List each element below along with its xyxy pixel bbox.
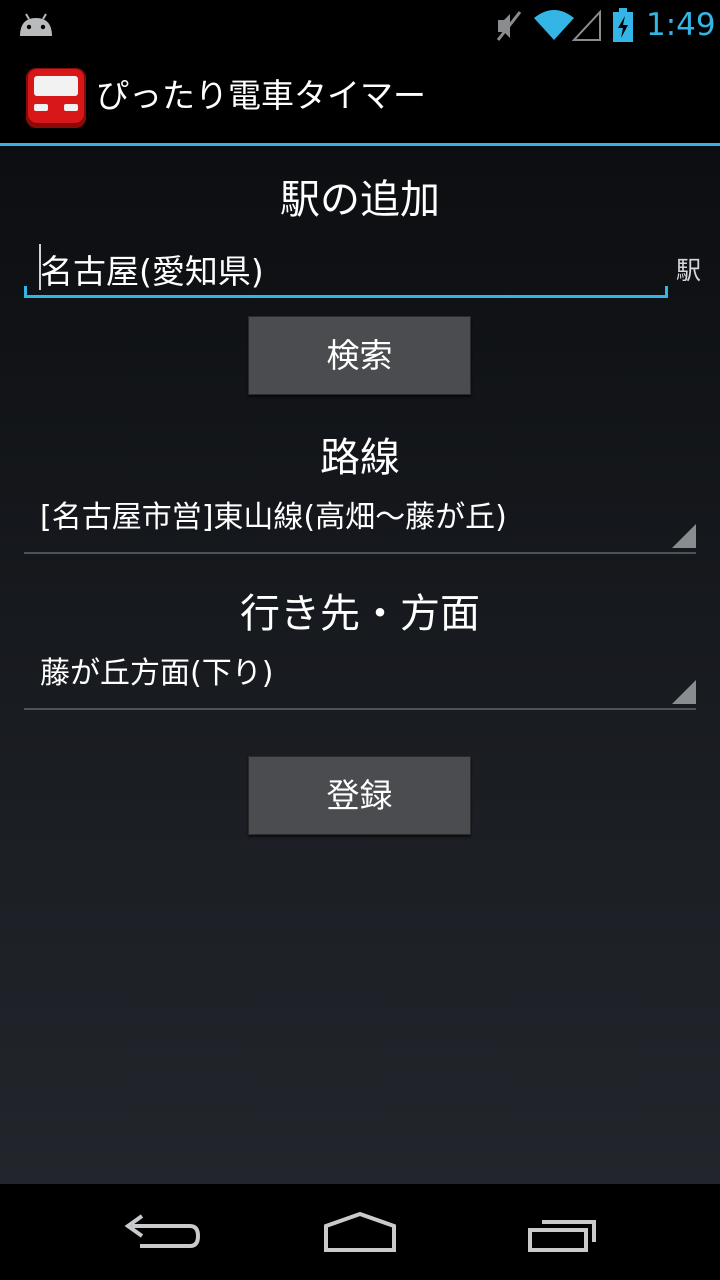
text-cursor xyxy=(39,244,41,290)
station-suffix-label: 駅 xyxy=(676,256,702,285)
signal-icon xyxy=(571,9,602,46)
status-clock: 1:49 xyxy=(646,7,716,43)
mute-icon xyxy=(494,10,524,46)
battery-charging-icon xyxy=(612,8,634,46)
recents-icon[interactable] xyxy=(512,1204,612,1260)
main-content: 駅の追加 駅 検索 路線 [名古屋市営]東山線(高畑〜藤が丘) 行き先・方面 藤… xyxy=(0,146,720,1184)
navigation-bar xyxy=(0,1184,720,1280)
back-icon[interactable] xyxy=(110,1204,210,1260)
app-title: ぴったり電車タイマー xyxy=(96,76,426,115)
input-edge-left xyxy=(24,286,27,298)
line-heading: 路線 xyxy=(320,435,400,481)
search-button[interactable]: 検索 xyxy=(248,316,471,395)
status-bar: 1:49 xyxy=(0,0,720,50)
dropdown-arrow-icon xyxy=(672,680,696,708)
android-icon xyxy=(18,12,54,42)
line-spinner[interactable]: [名古屋市営]東山線(高畑〜藤が丘) xyxy=(24,492,696,554)
train-icon[interactable] xyxy=(24,66,88,134)
station-input[interactable] xyxy=(24,242,668,298)
register-button[interactable]: 登録 xyxy=(248,756,471,835)
screen: 1:49 ぴったり電車タイマー 駅の追加 駅 検索 路線 [名古屋市営]東山線(… xyxy=(0,0,720,1280)
direction-heading: 行き先・方面 xyxy=(240,591,480,637)
input-edge-right xyxy=(665,286,668,298)
action-bar: ぴったり電車タイマー xyxy=(0,50,720,143)
dropdown-arrow-icon xyxy=(672,524,696,552)
home-icon[interactable] xyxy=(310,1204,410,1260)
direction-spinner[interactable]: 藤が丘方面(下り) xyxy=(24,648,696,710)
direction-spinner-value: 藤が丘方面(下り) xyxy=(40,656,274,691)
line-spinner-value: [名古屋市営]東山線(高畑〜藤が丘) xyxy=(40,500,507,535)
add-station-heading: 駅の追加 xyxy=(280,177,440,223)
wifi-icon xyxy=(534,8,574,46)
